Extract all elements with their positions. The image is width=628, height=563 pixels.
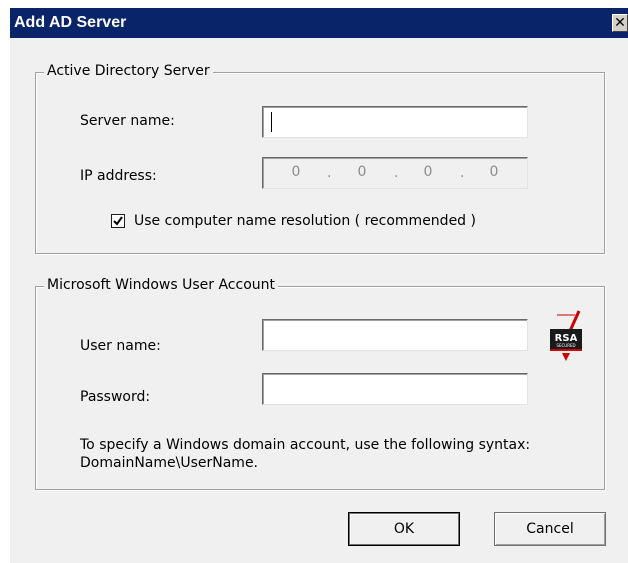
ip-separator: . xyxy=(327,165,332,181)
use-name-resolution-label[interactable]: Use computer name resolution ( recommend… xyxy=(134,213,476,229)
ip-address-label: IP address: xyxy=(80,168,157,184)
close-button[interactable]: ✕ xyxy=(612,14,628,32)
ip-octet-2: 0 xyxy=(357,164,367,180)
active-directory-server-legend: Active Directory Server xyxy=(44,63,213,79)
user-name-input[interactable] xyxy=(262,319,528,351)
ip-octet-1: 0 xyxy=(291,164,301,180)
window-title: Add AD Server xyxy=(14,14,127,31)
ip-separator: . xyxy=(460,165,465,181)
domain-syntax-hint-line1: To specify a Windows domain account, use… xyxy=(80,437,531,453)
password-label: Password: xyxy=(80,389,151,405)
checkmark-icon xyxy=(113,216,123,226)
domain-syntax-hint-line2: DomainName\UserName. xyxy=(80,455,259,471)
ok-button[interactable]: OK xyxy=(348,512,460,546)
windows-user-account-group: Microsoft Windows User Account User name… xyxy=(35,277,605,490)
windows-user-account-legend: Microsoft Windows User Account xyxy=(44,277,278,293)
rsa-secured-logo: RSA SECURED xyxy=(550,310,582,361)
title-bar: Add AD Server ✕ xyxy=(10,8,628,38)
add-ad-server-dialog: Add AD Server ✕ Active Directory Server … xyxy=(10,8,628,563)
user-name-label: User name: xyxy=(80,338,161,354)
text-caret xyxy=(271,112,272,132)
server-name-label: Server name: xyxy=(80,113,175,129)
ok-button-label: OK xyxy=(393,521,415,537)
close-icon: ✕ xyxy=(614,15,626,31)
use-name-resolution-checkbox[interactable] xyxy=(111,214,125,228)
cancel-button[interactable]: Cancel xyxy=(494,512,606,546)
ip-address-input[interactable]: 0 . 0 . 0 . 0 xyxy=(262,157,528,189)
rsa-badge-subtext: SECURED xyxy=(556,343,575,348)
ip-separator: . xyxy=(394,165,399,181)
password-input[interactable] xyxy=(262,373,528,405)
ip-octet-4: 0 xyxy=(489,164,499,180)
cancel-button-label: Cancel xyxy=(526,521,574,537)
active-directory-server-group: Active Directory Server Server name: IP … xyxy=(35,63,605,254)
ip-octet-3: 0 xyxy=(423,164,433,180)
server-name-input[interactable] xyxy=(262,106,528,138)
